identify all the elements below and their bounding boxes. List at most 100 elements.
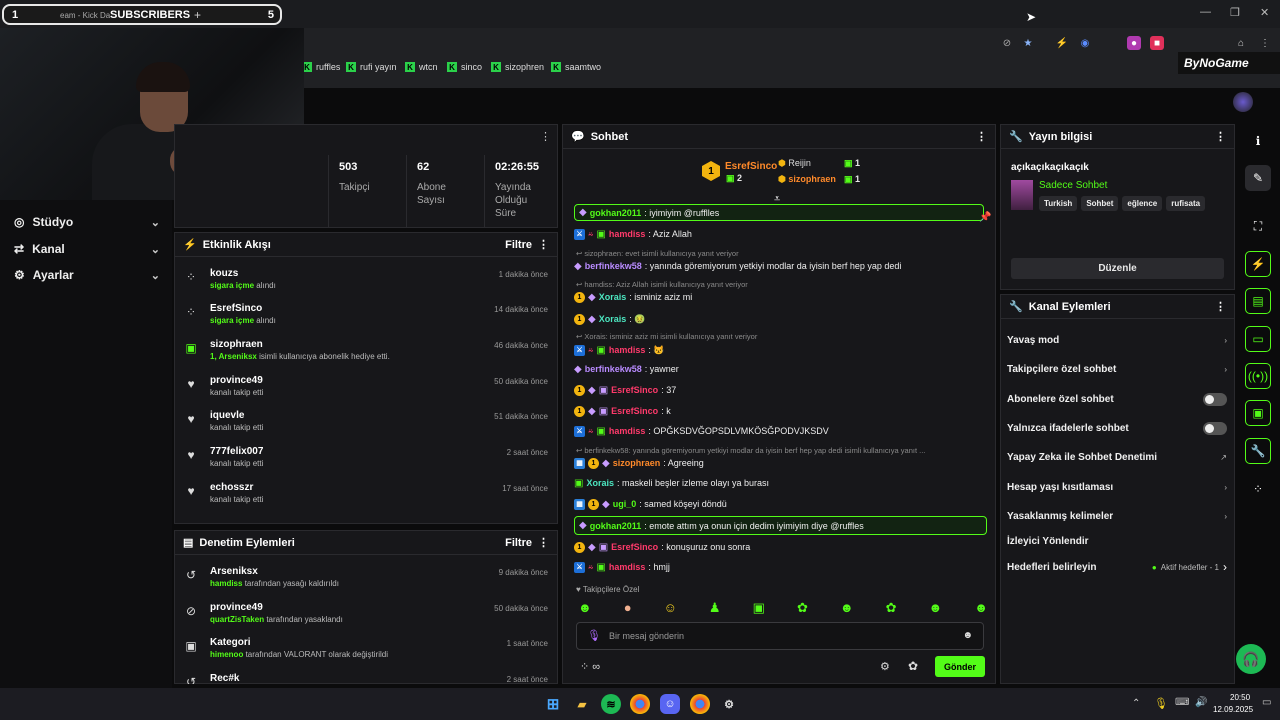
chat-username[interactable]: sizophraen [613, 458, 661, 468]
eye-off-icon[interactable]: ⊘ [1000, 36, 1014, 50]
bot-icon[interactable]: ✿ [908, 659, 918, 673]
wrench-icon[interactable]: 🔧 [1245, 438, 1271, 464]
profile-icon[interactable]: ⌂ [1234, 36, 1248, 50]
event-user[interactable]: EsrefSinco [210, 303, 276, 314]
notification-icon[interactable]: ▭ [1262, 697, 1271, 708]
gear-icon[interactable]: ⚙ [880, 660, 890, 673]
action-banned-words[interactable]: Yasaklanmış kelimeler › [1007, 507, 1227, 525]
new-tab-icon[interactable]: + [194, 8, 201, 22]
bookmark-item[interactable]: Krufi yayın [346, 60, 397, 74]
send-button[interactable]: Gönder [935, 656, 985, 677]
broadcast-icon[interactable]: ((•)) [1245, 363, 1271, 389]
event-user[interactable]: Arseniksx [210, 566, 339, 577]
info-icon[interactable]: ℹ [1245, 128, 1271, 154]
chat-username[interactable]: berfinkekw58 [585, 261, 642, 271]
close-icon[interactable]: ✕ [1260, 6, 1269, 19]
emote-icon[interactable]: ☺ [664, 600, 677, 616]
emote-icon[interactable]: ▣ [753, 600, 765, 616]
apps-icon[interactable]: ⁘ [1245, 476, 1271, 502]
chat-username[interactable]: ugi_0 [613, 499, 637, 509]
action-ai-moderation[interactable]: Yapay Zeka ile Sohbet Denetimi ↗ [1007, 448, 1227, 466]
action-slow-mode[interactable]: Yavaş mod › [1007, 331, 1227, 349]
emote-icon[interactable]: ♟ [709, 600, 721, 616]
bookmark-item[interactable]: Ksinco [447, 60, 482, 74]
emote-icon[interactable]: ✿ [797, 600, 808, 616]
sub-chat-toggle[interactable] [1203, 392, 1227, 406]
extension-icon[interactable]: ⚡ [1055, 36, 1069, 50]
chat-username[interactable]: gokhan2011 [590, 521, 642, 531]
file-explorer-icon[interactable]: ▰ [572, 694, 592, 714]
event-user[interactable]: Kategori [210, 637, 388, 648]
pencil-icon[interactable]: ✎ [1245, 165, 1271, 191]
chat-username[interactable]: gokhan2011 [590, 208, 642, 218]
emote-chat-toggle[interactable] [1203, 421, 1227, 435]
chat-username[interactable]: EsrefSinco [611, 406, 658, 416]
chat-username[interactable]: hamdiss [609, 229, 646, 239]
extension-icon[interactable]: ◉ [1078, 36, 1092, 50]
event-user[interactable]: iquevle [210, 410, 263, 421]
emoji-icon[interactable]: ☻ [962, 630, 973, 641]
emote-icon[interactable]: ☻ [578, 600, 592, 616]
filter-button[interactable]: Filtre [505, 537, 532, 549]
chat-input[interactable]: 🎙 Bir mesaj gönderin ☻ [576, 622, 984, 650]
network-icon[interactable]: ⌨ [1175, 697, 1189, 708]
category-name[interactable]: Sadece Sohbet [1039, 180, 1107, 191]
chat-username[interactable]: EsrefSinco [611, 542, 658, 552]
crop-icon[interactable]: ⛶ [1245, 213, 1271, 239]
menu-icon[interactable]: ⋮ [1258, 36, 1272, 50]
tag[interactable]: Turkish [1039, 196, 1078, 211]
sidebar-item-channel[interactable]: ⇄ Kanal ⌄ [14, 240, 160, 258]
bolt-icon[interactable]: ⚡ [1245, 251, 1271, 277]
browser-tab-title[interactable]: eam - Kick Da [60, 11, 110, 20]
action-raid[interactable]: İzleyici Yönlendir [1007, 532, 1227, 550]
event-user[interactable]: echosszr [210, 482, 263, 493]
leader-name[interactable]: EsrefSinco [725, 161, 777, 172]
extension-icon[interactable]: ■ [1150, 36, 1164, 50]
chat-username[interactable]: Xorais [599, 314, 627, 324]
chat-username[interactable]: EsrefSinco [611, 385, 658, 395]
action-account-age[interactable]: Hesap yaşı kısıtlaması › [1007, 478, 1227, 496]
mic-icon[interactable]: 🎙 [1154, 697, 1168, 710]
chrome-icon[interactable] [630, 694, 650, 714]
layers-icon[interactable]: ▣ [1245, 400, 1271, 426]
emote-icon[interactable]: ☻ [929, 600, 943, 616]
bookmark-item[interactable]: Ksizophren [491, 60, 544, 74]
filter-button[interactable]: Filtre [505, 239, 532, 251]
bookmark-item[interactable]: Kruffles [302, 60, 340, 74]
spotify-icon[interactable]: ≋ [601, 694, 621, 714]
chat-username[interactable]: berfinkekw58 [585, 364, 642, 374]
extension-icon[interactable]: ● [1127, 36, 1141, 50]
mic-icon[interactable]: 🎙 [587, 629, 601, 642]
tag[interactable]: rufisata [1166, 196, 1206, 211]
more-icon[interactable]: ⋮ [540, 130, 551, 143]
star-icon[interactable]: ★ [1021, 36, 1035, 50]
event-user[interactable]: province49 [210, 375, 263, 386]
support-icon[interactable]: 🎧 [1236, 644, 1266, 674]
discord-icon[interactable]: ☺ [660, 694, 680, 714]
more-icon[interactable]: ⋮ [538, 238, 549, 251]
avatar[interactable] [1233, 92, 1253, 112]
event-user[interactable]: Rec#k [210, 673, 239, 684]
emote-icon[interactable]: ● [624, 600, 632, 616]
chat-username[interactable]: Xorais [599, 292, 627, 302]
bookmark-item[interactable]: Kwtcn [405, 60, 438, 74]
more-icon[interactable]: ⋮ [1215, 300, 1226, 313]
settings-icon[interactable]: ⚙ [719, 694, 739, 714]
address-bar[interactable] [300, 32, 1040, 54]
chrome-icon[interactable] [690, 694, 710, 714]
leader-item[interactable]: ⬢ Reijin [778, 158, 811, 169]
sidebar-item-studio[interactable]: ◎ Stüdyo ⌄ [14, 213, 160, 231]
clock-time[interactable]: 20:50 [1230, 693, 1250, 702]
chat-username[interactable]: hamdiss [609, 345, 646, 355]
more-icon[interactable]: ⋮ [538, 536, 549, 549]
chat-username[interactable]: Xorais [586, 478, 614, 488]
clock-date[interactable]: 12.09.2025 [1213, 705, 1253, 714]
volume-icon[interactable]: 🔊 [1195, 697, 1207, 708]
pin-icon[interactable]: 📌 [979, 212, 991, 223]
edit-button[interactable]: Düzenle [1011, 258, 1224, 279]
emote-icon[interactable]: ✿ [886, 600, 897, 616]
action-follower-chat[interactable]: Takipçilere özel sohbet › [1007, 360, 1227, 378]
event-user[interactable]: sizophraen [210, 339, 390, 350]
document-icon[interactable]: ▤ [1245, 288, 1271, 314]
maximize-icon[interactable]: ❐ [1230, 6, 1240, 19]
